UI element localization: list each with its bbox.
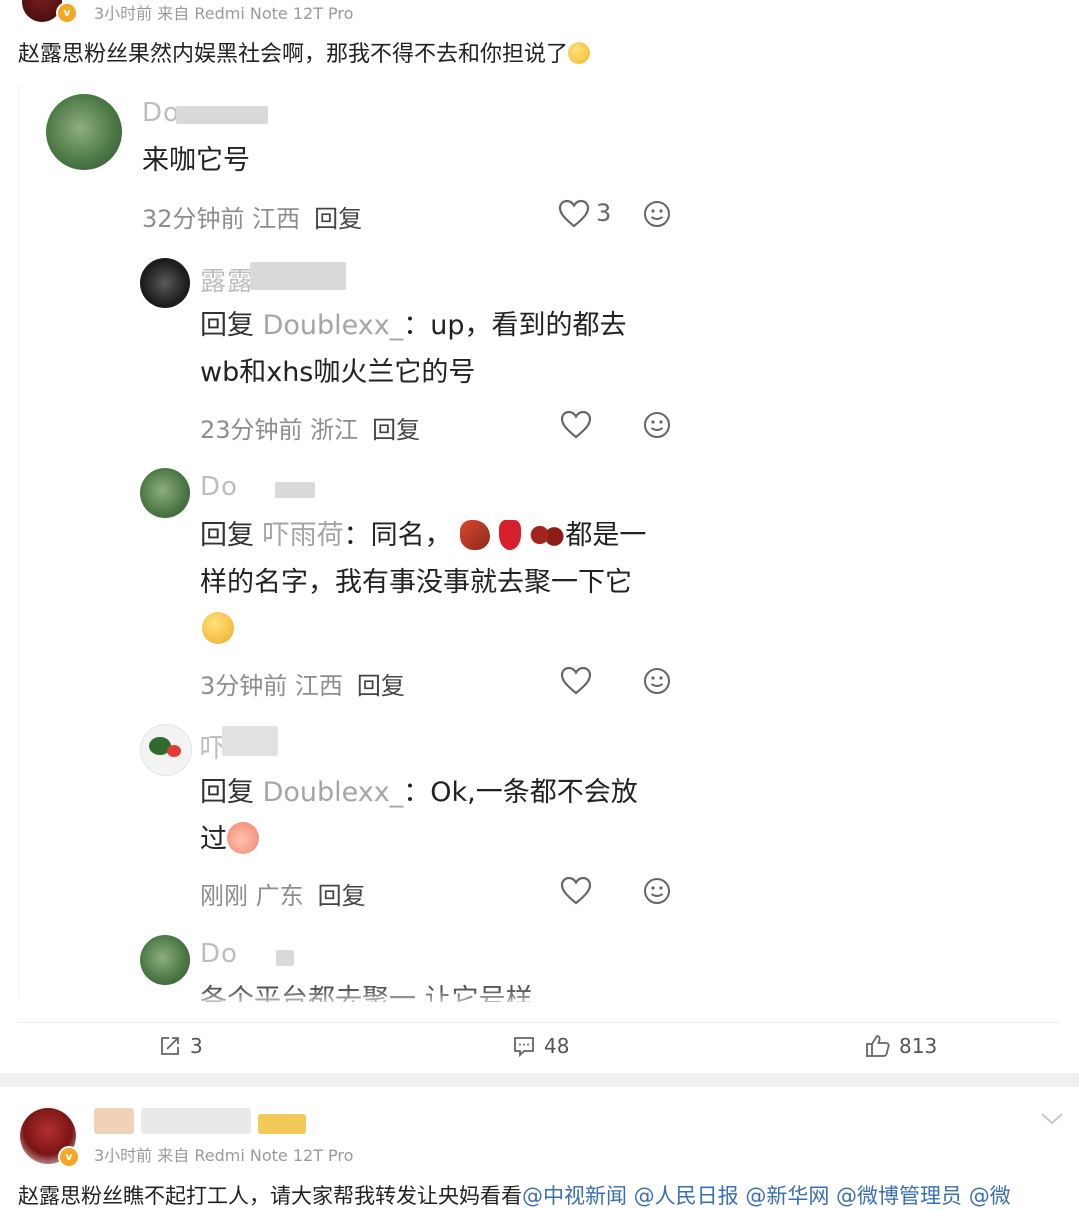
laughing-emoji-icon [202,612,234,644]
post-text: 赵露思粉丝果然内娱黑社会啊，那我不得不去和你担说了 [18,36,591,68]
comment-count: 48 [544,1034,570,1058]
comment-text: 回复 Doublexx_：up，看到的都去 [200,310,627,341]
post-meta: 3小时前 来自 Redmi Note 12T Pro [94,4,354,23]
comment-button[interactable]: 48 [512,1034,569,1058]
smile-icon[interactable] [643,877,671,905]
avatar[interactable] [140,468,190,518]
reply-button[interactable]: 回复 [357,672,405,700]
comment-meta: 3分钟前 江西 回复 [200,672,405,700]
comment-text-line: wb和xhs咖火兰它的号 [200,357,476,388]
thumbs-up-icon [866,1035,890,1057]
mention-link[interactable]: 吓雨荷 [263,520,344,551]
comment-username[interactable]: Do [200,472,238,502]
chevron-down-icon[interactable] [1040,1112,1064,1126]
avatar[interactable] [46,94,122,170]
peach-emoji-icon [227,822,259,854]
like-button[interactable]: 813 [865,1034,937,1058]
comment-text-line: 样的名字，我有事没事就去聚一下它 [200,567,632,598]
heart-icon[interactable] [560,410,592,440]
avatar[interactable] [140,724,192,776]
repost-count: 3 [190,1034,203,1058]
mention-link[interactable]: Doublexx_ [263,310,404,341]
comment-text-line: 过 [200,817,259,863]
grimace-emoji-icon [568,42,591,64]
post-separator [0,1073,1079,1087]
comment-text: 回复 吓雨荷：同名， 都是一 [200,520,647,551]
redaction-blur [250,262,346,290]
redaction-blur [275,482,315,498]
verified-icon: v [56,2,78,24]
smile-icon[interactable] [643,200,671,228]
redaction-blur [276,950,294,966]
comment-username[interactable]: 露露 [200,261,254,298]
share-icon [161,1037,179,1055]
reply-button[interactable]: 回复 [314,205,362,233]
smile-icon[interactable] [643,411,671,439]
red-beans-emoji-icon [529,520,566,550]
comment-text: 来咖它号 [142,145,250,176]
comment-username[interactable]: Do [200,939,238,969]
heart-icon[interactable] [560,876,592,906]
fade-overlay [18,990,718,1010]
heart-icon[interactable] [560,666,592,696]
redaction-blur [176,106,268,124]
avatar[interactable] [140,258,190,308]
comment-username[interactable]: Do [142,98,180,128]
heart-icon[interactable] [558,199,590,229]
mention-link[interactable]: Doublexx_ [263,777,404,808]
comment-text: 回复 Doublexx_：Ok,一条都不会放 [200,777,638,808]
comment-meta: 刚刚 广东 回复 [200,882,366,910]
sweet-potato-emoji-icon [460,520,491,550]
like-count: 3 [596,199,612,227]
red-sock-emoji-icon [498,520,521,550]
avatar[interactable] [140,935,190,985]
verified-icon: v [58,1146,80,1168]
reply-button[interactable]: 回复 [372,416,420,444]
post-text: 赵露思粉丝瞧不起打工人，请大家帮我转发让央妈看看@中视新闻 @人民日报 @新华网… [18,1184,1011,1208]
mention-links[interactable]: @中视新闻 @人民日报 @新华网 @微博管理员 @微 [522,1184,1011,1208]
reply-button[interactable]: 回复 [318,882,366,910]
post-username[interactable] [94,1108,306,1140]
repost-button[interactable]: 3 [158,1034,203,1058]
like-count: 813 [899,1034,938,1058]
redaction-blur [222,726,278,756]
comment-meta: 32分钟前 江西 回复 [142,205,363,233]
comment-meta: 23分钟前 浙江 回复 [200,416,421,444]
divider [18,1022,1060,1023]
comment-icon [514,1037,534,1058]
smile-icon[interactable] [643,667,671,695]
post-meta: 3小时前 来自 Redmi Note 12T Pro [94,1146,354,1165]
